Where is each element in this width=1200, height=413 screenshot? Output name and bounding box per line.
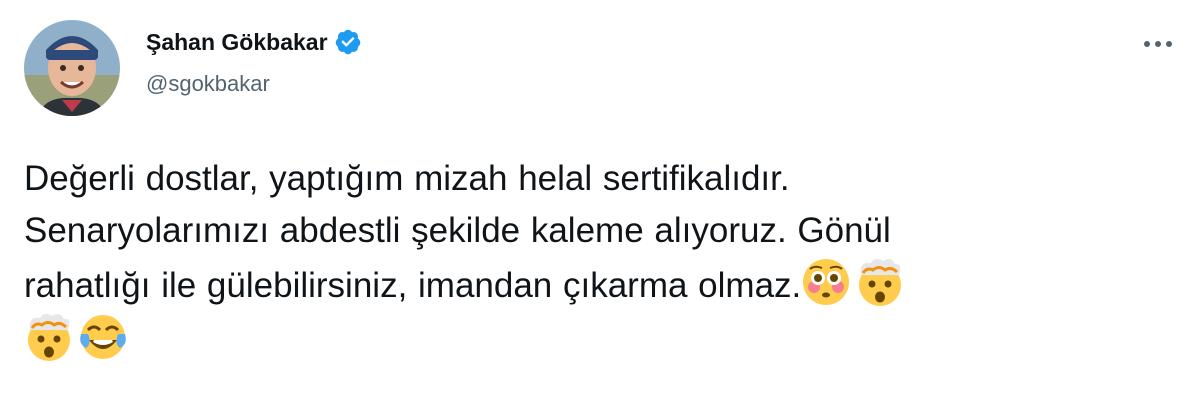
exploding-head-icon bbox=[24, 312, 74, 362]
flushed-face-icon bbox=[801, 257, 851, 307]
author-handle[interactable]: @sgokbakar bbox=[146, 71, 270, 97]
tweet-text: Değerli dostlar, yaptığım mizah helal se… bbox=[24, 153, 1174, 367]
exploding-head-icon bbox=[855, 257, 905, 307]
tweet-line-2: Senaryolarımızı abdestli şekilde kaleme … bbox=[24, 211, 891, 250]
tweet-line-3: rahatlığı ile gülebilirsiniz, imandan çı… bbox=[24, 266, 802, 305]
more-dots-icon bbox=[1144, 41, 1172, 47]
verified-badge-icon bbox=[334, 28, 362, 56]
tweet-line-1: Değerli dostlar, yaptığım mizah helal se… bbox=[24, 159, 790, 198]
display-name[interactable]: Şahan Gökbakar bbox=[146, 29, 328, 56]
more-options-button[interactable] bbox=[1138, 32, 1178, 56]
avatar-image bbox=[24, 20, 120, 116]
author-name-row: Şahan Gökbakar bbox=[146, 28, 362, 56]
face-with-tears-of-joy-icon bbox=[78, 312, 128, 362]
tweet-card: Şahan Gökbakar @sgokbakar Değerli dostla… bbox=[0, 0, 1200, 413]
avatar[interactable] bbox=[24, 20, 120, 116]
